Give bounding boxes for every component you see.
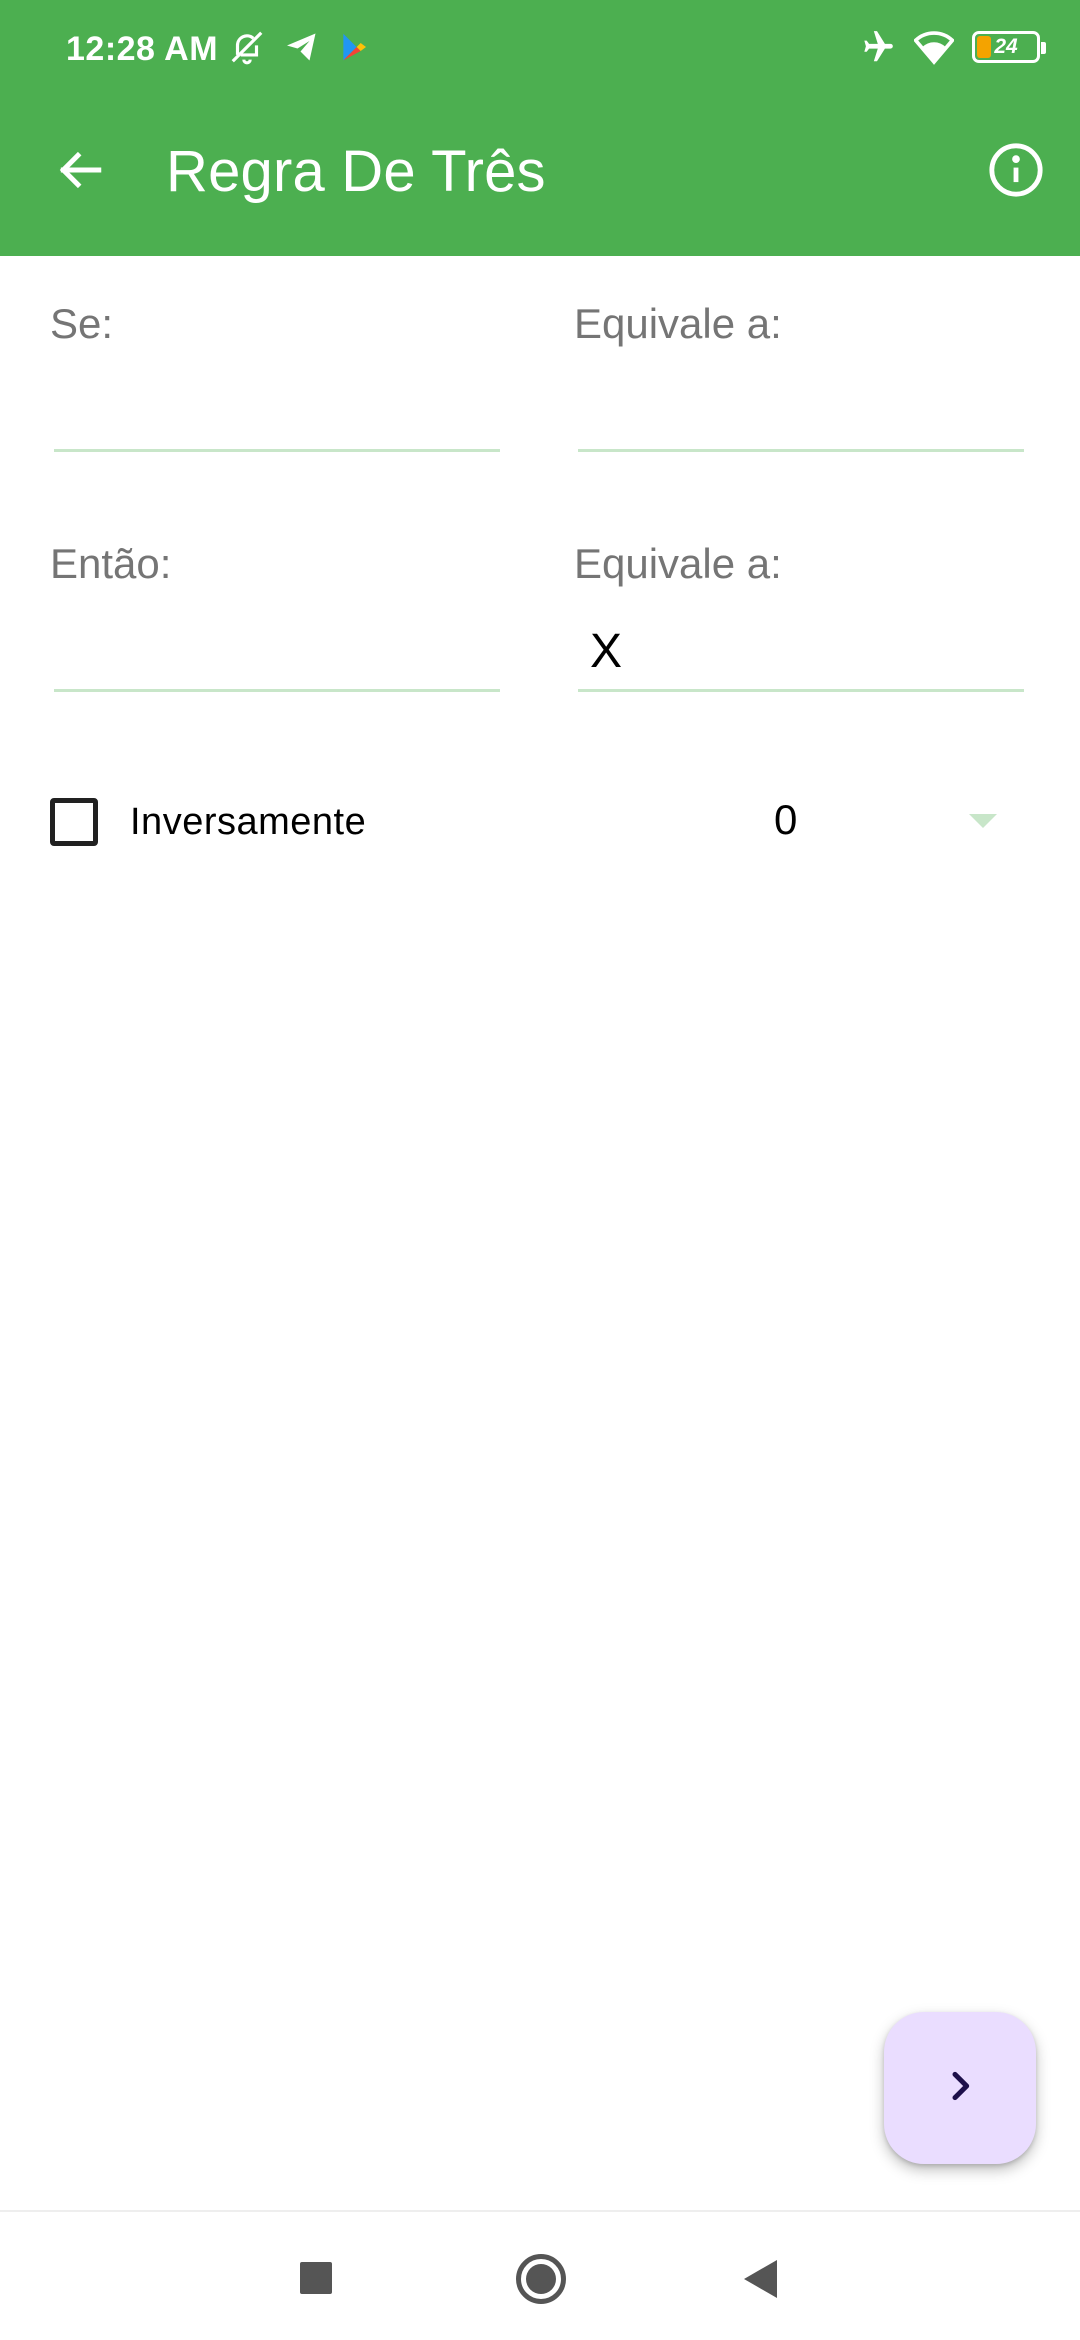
status-icons-right: 24 — [858, 28, 1046, 66]
play-store-icon — [338, 30, 370, 64]
system-nav-bar — [0, 2210, 1080, 2340]
muted-bell-icon — [228, 28, 266, 66]
equivale-2-field[interactable] — [578, 612, 1024, 692]
field-equivale-1: Equivale a: — [574, 300, 1024, 460]
field-entao: Então: — [50, 540, 500, 700]
back-triangle-icon[interactable] — [744, 2260, 777, 2298]
spinner-value: 0 — [774, 796, 798, 843]
field-label-equivale-2: Equivale a: — [574, 540, 782, 587]
battery-icon: 24 — [972, 31, 1046, 63]
entao-input[interactable] — [54, 612, 500, 692]
dropdown-arrow-icon — [969, 814, 997, 828]
home-circle-inner — [526, 2264, 556, 2294]
inversamente-checkbox-row[interactable]: Inversamente — [50, 796, 366, 848]
page-title: Regra De Três — [166, 139, 546, 204]
back-button[interactable] — [44, 136, 116, 208]
field-se: Se: — [50, 300, 500, 460]
inversamente-checkbox[interactable] — [50, 798, 98, 846]
airplane-icon — [858, 28, 896, 66]
app-bar: Regra De Três — [0, 100, 1080, 256]
info-icon — [987, 141, 1045, 204]
equivale-1-input[interactable] — [578, 372, 1024, 452]
field-label-equivale-1: Equivale a: — [574, 300, 782, 347]
status-bar: 12:28 AM 24 — [0, 0, 1080, 100]
decimal-spinner[interactable]: 0 — [740, 790, 1020, 856]
field-label-entao: Então: — [50, 540, 172, 587]
inversamente-label: Inversamente — [130, 800, 367, 843]
equivale-2-value: X — [590, 625, 623, 678]
status-time: 12:28 AM — [66, 30, 219, 68]
wifi-icon — [914, 29, 954, 65]
status-icons-left — [228, 28, 370, 66]
home-circle-icon[interactable] — [516, 2254, 566, 2304]
field-label-se: Se: — [50, 300, 114, 347]
chevron-right-icon — [940, 2066, 980, 2111]
battery-level: 24 — [994, 35, 1018, 58]
field-equivale-2: Equivale a: X — [574, 540, 1024, 700]
recents-square-icon[interactable] — [300, 2262, 332, 2294]
telegram-icon — [284, 29, 320, 65]
se-input[interactable] — [54, 372, 500, 452]
arrow-left-icon — [55, 145, 105, 200]
calculate-fab-button[interactable] — [884, 2012, 1036, 2164]
info-button[interactable] — [980, 136, 1052, 208]
